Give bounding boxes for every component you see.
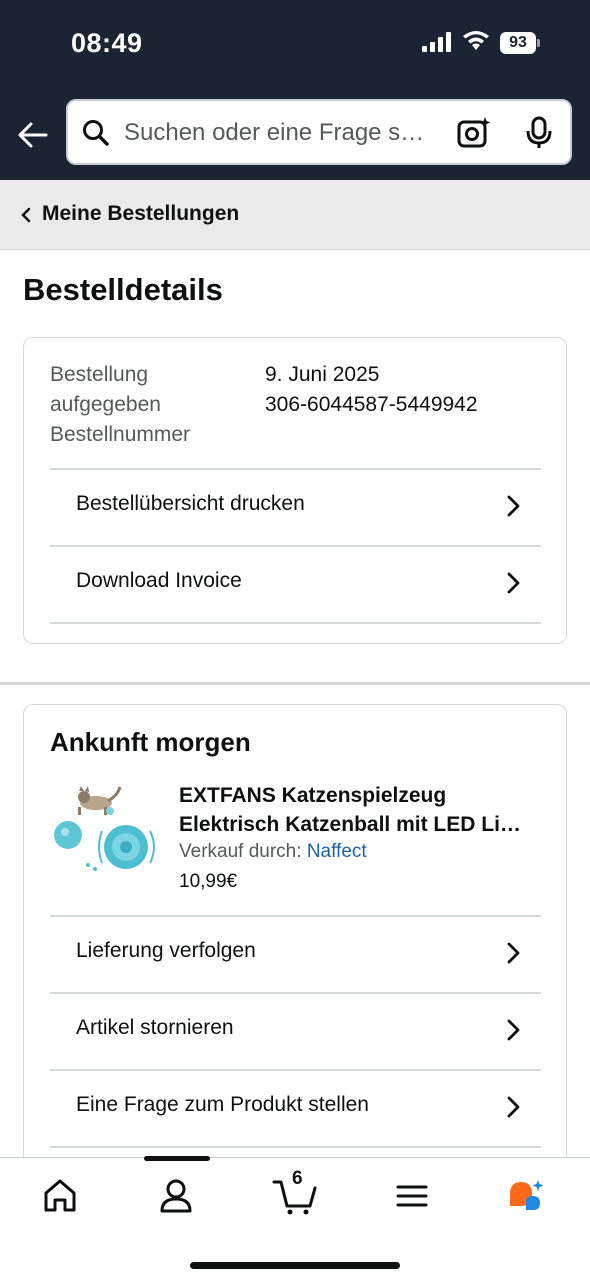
order-number: 306-6044587-5449942 <box>265 393 478 416</box>
divider <box>50 622 541 624</box>
chevron-right-icon <box>507 942 520 964</box>
arrival-heading: Ankunft morgen <box>50 727 251 757</box>
order-placed-label-2: aufgegeben <box>50 393 161 416</box>
divider <box>50 1146 541 1148</box>
ask-question-label: Eine Frage zum Produkt stellen <box>76 1093 369 1116</box>
order-info-values: 9. Juni 2025 306-6044587-5449942 <box>265 360 478 420</box>
menu-icon[interactable] <box>392 1176 432 1216</box>
shipment-card: Ankunft morgen EXTFANS Katzenspielzeug E… <box>23 704 567 1174</box>
track-package-row[interactable]: Lieferung verfolgen <box>50 915 541 993</box>
product-title-line2: Elektrisch Katzenball mit LED Li… <box>179 813 521 836</box>
top-header: 08:49 93 Suchen oder eine Frage s… <box>0 0 590 180</box>
battery-icon: 93 <box>500 32 540 54</box>
print-summary-label: Bestellübersicht drucken <box>76 492 305 515</box>
cart-button[interactable]: 6 <box>272 1168 318 1216</box>
breadcrumb[interactable]: Meine Bestellungen <box>0 180 590 250</box>
order-number-label: Bestellnummer <box>50 423 191 446</box>
account-icon[interactable] <box>156 1176 196 1216</box>
section-divider <box>0 682 590 685</box>
cancel-item-row[interactable]: Artikel stornieren <box>50 992 541 1070</box>
order-placed-label: Bestellung <box>50 363 149 386</box>
product-image[interactable] <box>48 777 158 887</box>
battery-level: 93 <box>500 32 536 54</box>
back-arrow-icon[interactable] <box>16 118 50 152</box>
chevron-left-icon <box>21 207 31 223</box>
home-icon[interactable] <box>40 1176 80 1216</box>
download-invoice-row[interactable]: Download Invoice <box>50 545 541 623</box>
order-info-labels: Bestellung aufgegeben Bestellnummer <box>50 360 190 450</box>
search-input[interactable]: Suchen oder eine Frage s… <box>66 99 572 165</box>
microphone-icon[interactable] <box>524 116 554 150</box>
cellular-signal-icon <box>422 32 451 52</box>
seller-prefix: Verkauf durch: <box>179 841 302 862</box>
status-time: 08:49 <box>71 28 143 58</box>
product-title-line1: EXTFANS Katzenspielzeug <box>179 784 447 807</box>
track-package-label: Lieferung verfolgen <box>76 939 256 962</box>
active-tab-indicator <box>144 1156 210 1161</box>
home-indicator <box>190 1262 400 1269</box>
ask-question-row[interactable]: Eine Frage zum Produkt stellen <box>50 1069 541 1147</box>
rufus-assistant-icon[interactable] <box>506 1176 546 1216</box>
seller-info: Verkauf durch: Naffect <box>179 841 367 863</box>
page-title: Bestelldetails <box>23 272 223 307</box>
chevron-right-icon <box>507 1096 520 1118</box>
order-date: 9. Juni 2025 <box>265 363 380 386</box>
download-invoice-label: Download Invoice <box>76 569 242 592</box>
status-bar: 08:49 93 <box>0 0 590 90</box>
chevron-right-icon <box>507 1019 520 1041</box>
cancel-item-label: Artikel stornieren <box>76 1016 234 1039</box>
bottom-navigation: 6 <box>0 1156 590 1280</box>
product-price: 10,99€ <box>179 871 238 892</box>
camera-lens-icon[interactable] <box>456 115 492 151</box>
chevron-right-icon <box>507 495 520 517</box>
search-icon <box>83 120 109 146</box>
seller-link[interactable]: Naffect <box>307 841 367 862</box>
breadcrumb-label: Meine Bestellungen <box>42 202 240 225</box>
cart-count: 6 <box>292 1168 303 1189</box>
print-summary-row[interactable]: Bestellübersicht drucken <box>50 468 541 546</box>
search-placeholder: Suchen oder eine Frage s… <box>124 119 425 146</box>
order-info-card: Bestellung aufgegeben Bestellnummer 9. J… <box>23 337 567 644</box>
product-title[interactable]: EXTFANS Katzenspielzeug Elektrisch Katze… <box>179 781 549 839</box>
wifi-icon <box>463 31 489 50</box>
chevron-right-icon <box>507 572 520 594</box>
